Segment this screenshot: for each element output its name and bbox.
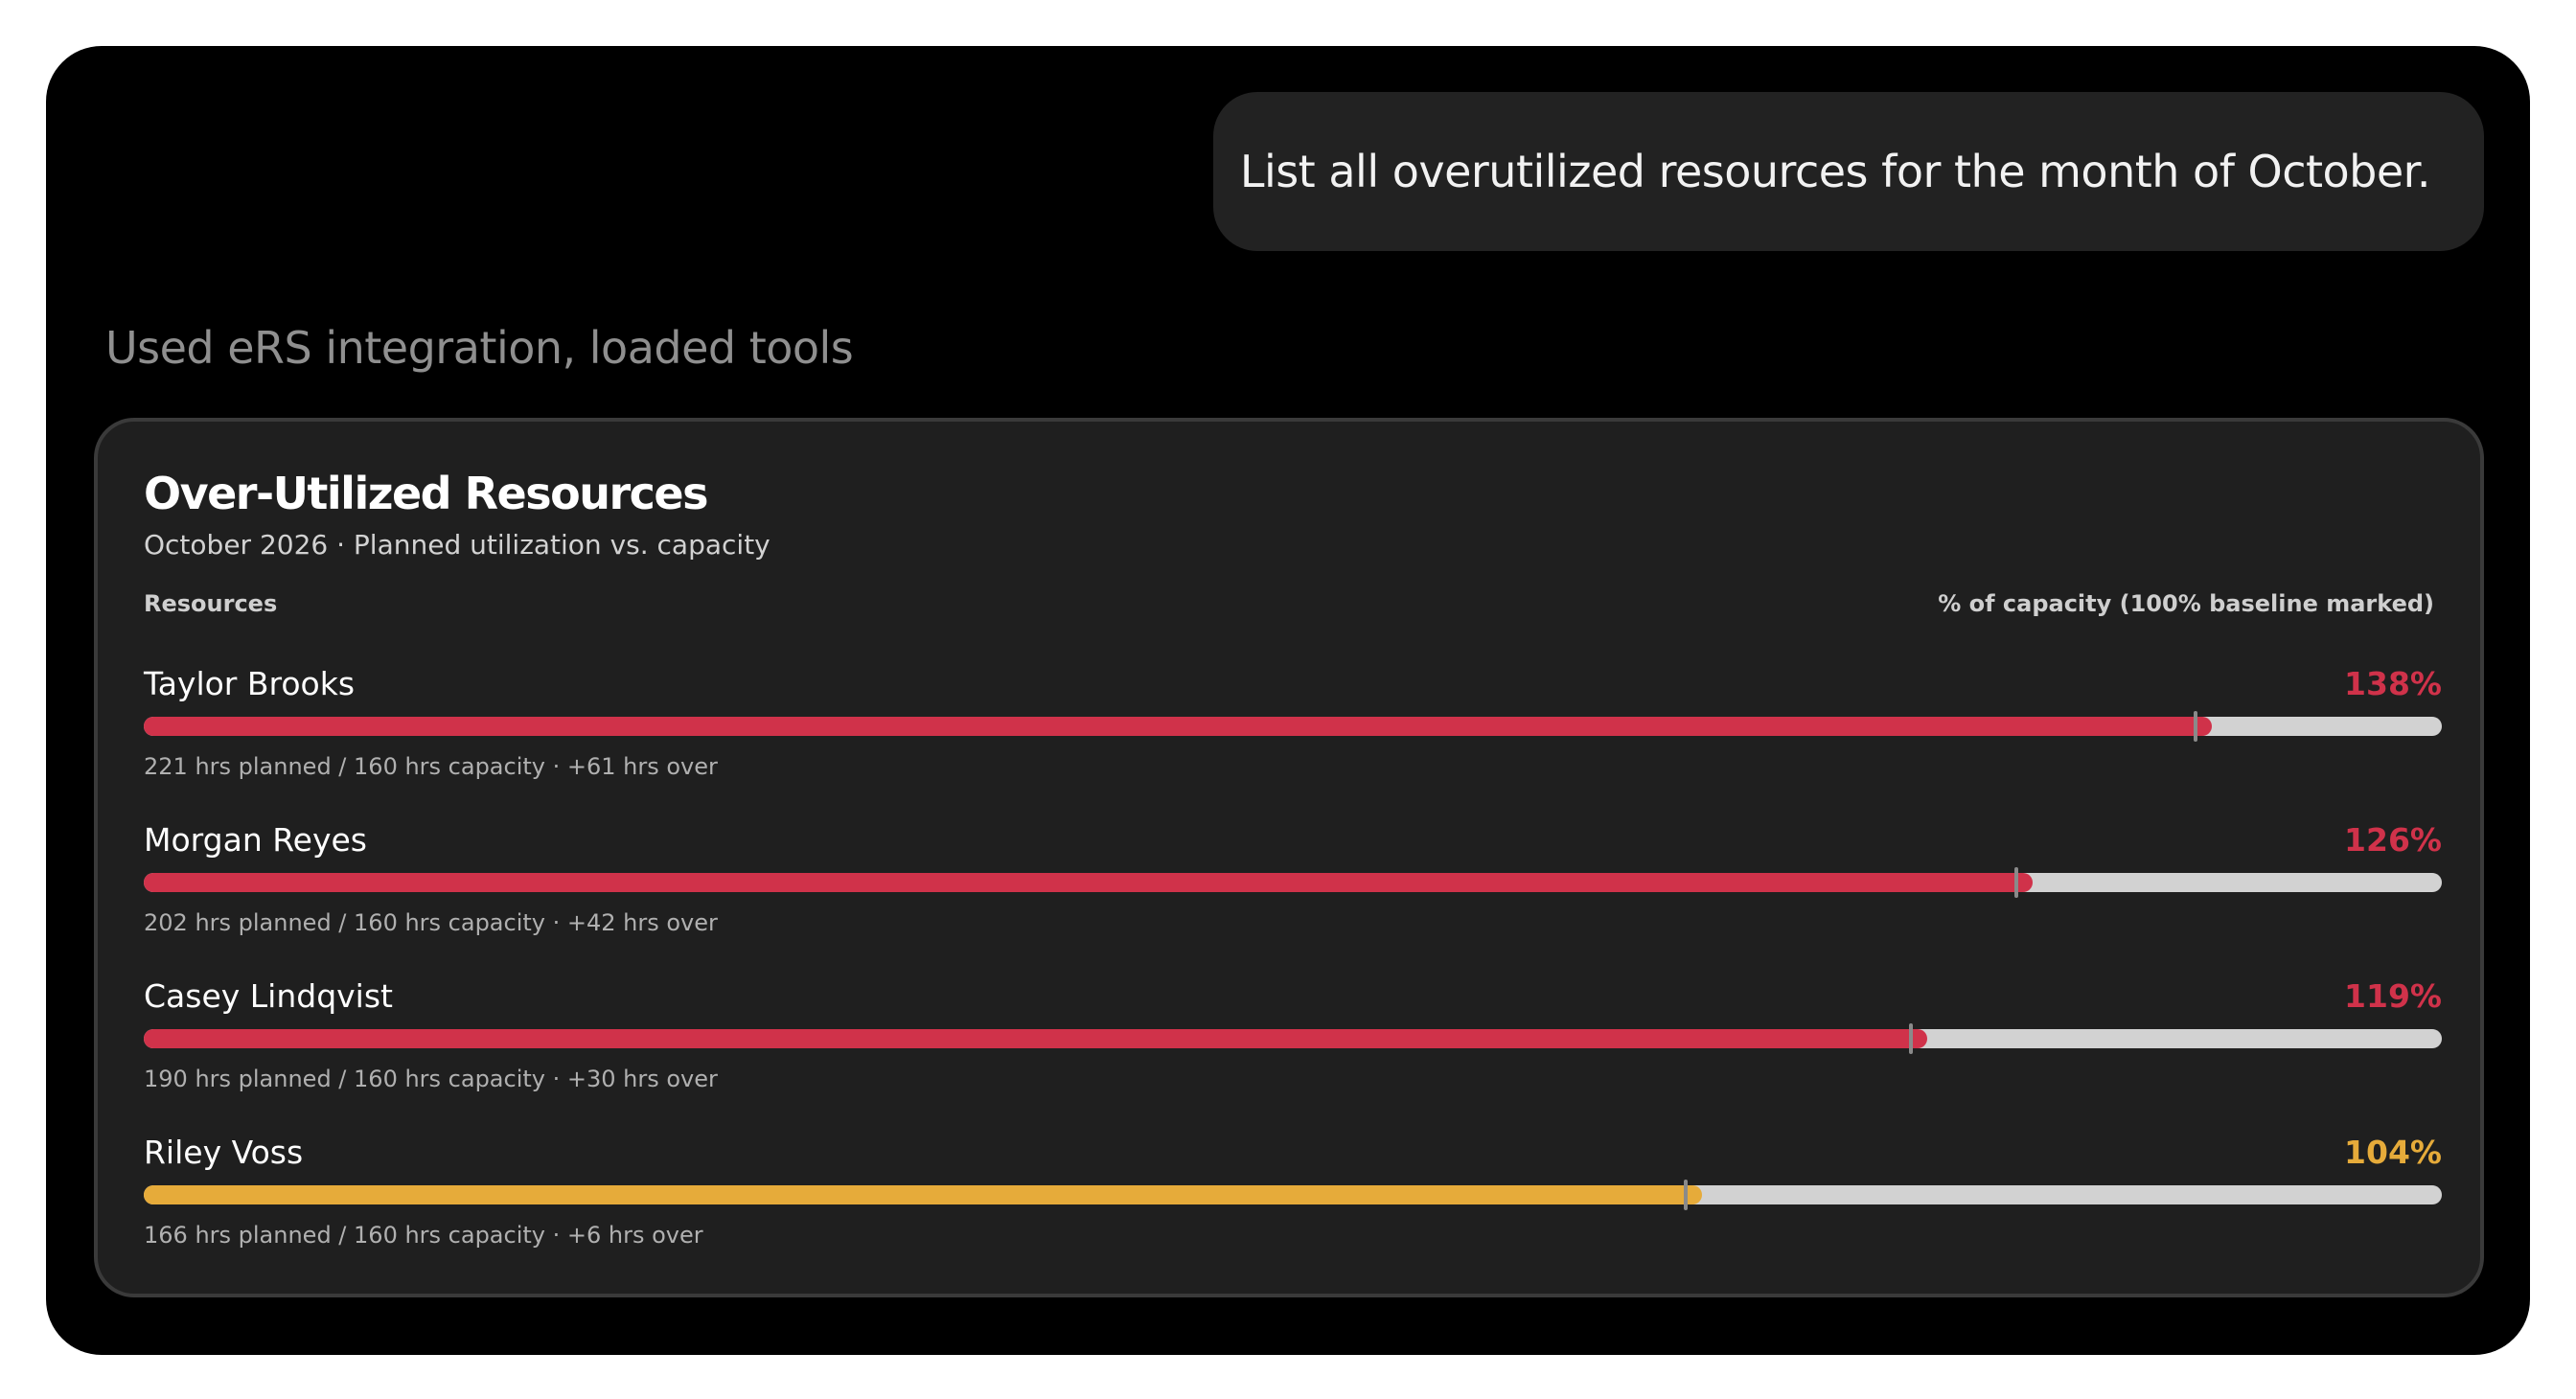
capacity-track (144, 1023, 2442, 1054)
capacity-track (144, 867, 2442, 898)
resource-name: Taylor Brooks (144, 665, 356, 702)
utilization-percent: 138% (2344, 665, 2442, 702)
resource-name: Casey Lindqvist (144, 977, 393, 1015)
conversation-frame: List all overutilized resources for the … (46, 46, 2530, 1355)
utilization-bar (144, 873, 2033, 892)
resource-row: Taylor Brooks 138% 221 hrs planned / 160… (144, 665, 2442, 780)
card-subtitle: October 2026 · Planned utilization vs. c… (144, 529, 770, 561)
hours-detail: 166 hrs planned / 160 hrs capacity · +6 … (144, 1222, 703, 1249)
capacity-track (144, 1180, 2442, 1210)
utilization-card: Over-Utilized Resources October 2026 · P… (94, 418, 2484, 1297)
utilization-bar (144, 1185, 1703, 1204)
hours-detail: 190 hrs planned / 160 hrs capacity · +30… (144, 1066, 718, 1092)
resource-name: Riley Voss (144, 1134, 304, 1171)
utilization-bar (144, 1029, 1928, 1048)
resource-row: Casey Lindqvist 119% 190 hrs planned / 1… (144, 977, 2442, 1092)
baseline-marker (1909, 1023, 1914, 1054)
baseline-marker (2194, 711, 2198, 742)
utilization-bar (144, 717, 2213, 736)
baseline-marker (2013, 867, 2018, 898)
user-message-bubble: List all overutilized resources for the … (1213, 92, 2484, 251)
tool-status-text[interactable]: Used eRS integration, loaded tools (105, 322, 854, 374)
baseline-marker (1684, 1180, 1689, 1210)
resource-row: Morgan Reyes 126% 202 hrs planned / 160 … (144, 821, 2442, 936)
utilization-percent: 126% (2344, 821, 2442, 859)
capacity-column-header: % of capacity (100% baseline marked) (1938, 590, 2434, 617)
resource-row: Riley Voss 104% 166 hrs planned / 160 hr… (144, 1134, 2442, 1249)
hours-detail: 221 hrs planned / 160 hrs capacity · +61… (144, 753, 718, 780)
resources-column-header: Resources (144, 590, 278, 617)
utilization-percent: 119% (2344, 977, 2442, 1015)
capacity-track (144, 711, 2442, 742)
card-title: Over-Utilized Resources (144, 468, 709, 519)
resource-name: Morgan Reyes (144, 821, 367, 859)
utilization-percent: 104% (2344, 1134, 2442, 1171)
hours-detail: 202 hrs planned / 160 hrs capacity · +42… (144, 909, 718, 936)
